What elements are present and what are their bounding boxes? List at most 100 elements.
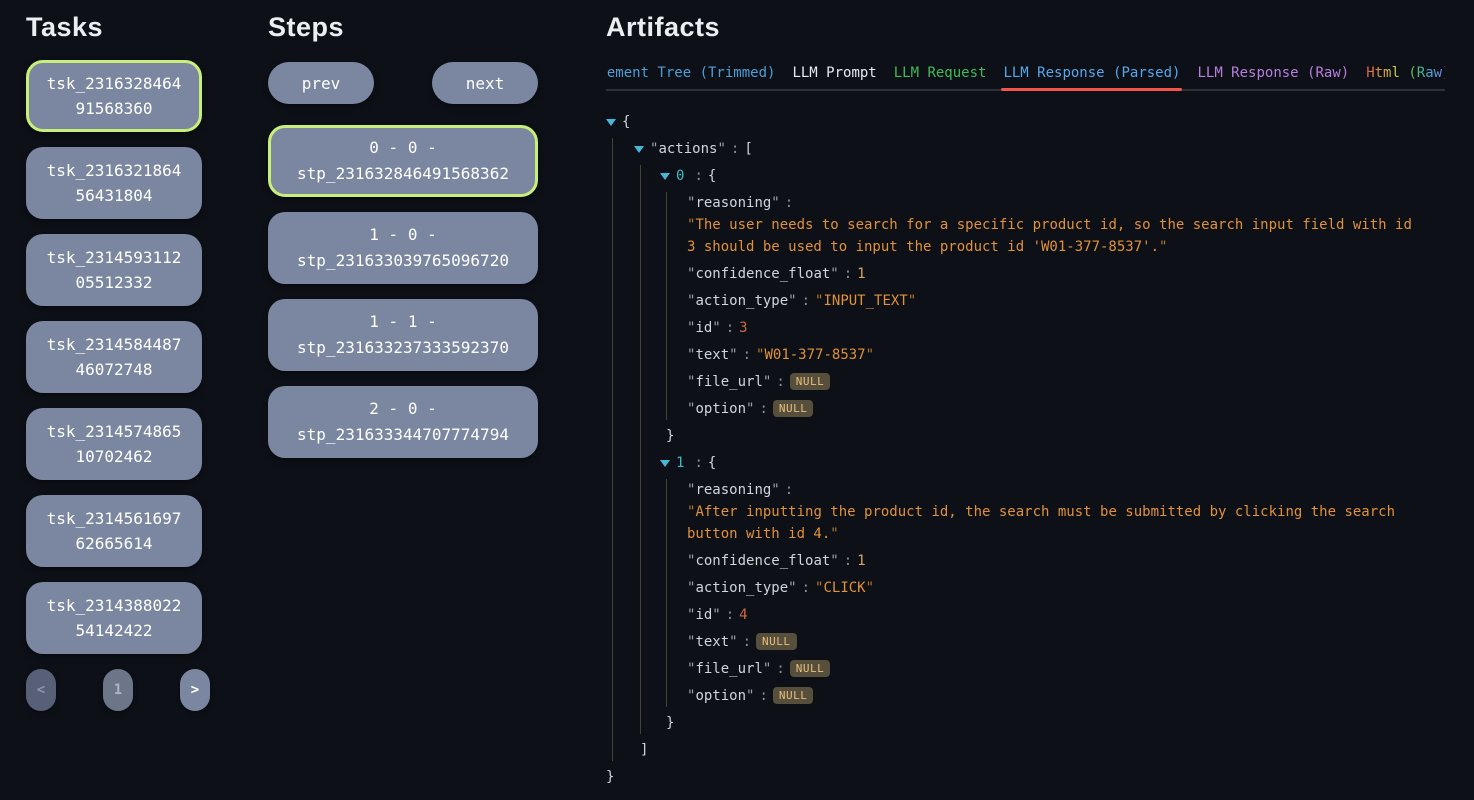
json-string-value: After inputting the product id, the sear… (687, 501, 1422, 545)
collapse-icon[interactable] (634, 146, 644, 153)
tab-bar: Element Tree (Trimmed) LLM Prompt LLM Re… (606, 65, 1445, 91)
step-button[interactable]: 1 - 1 - stp_231633237333592370 (268, 299, 538, 371)
json-root-close: } (606, 766, 1445, 788)
step-button[interactable]: 0 - 0 - stp_231632846491568362 (268, 125, 538, 197)
json-field-option: option:NULL (667, 398, 1445, 420)
json-string-value: The user needs to search for a specific … (687, 214, 1422, 258)
json-field-reasoning: reasoning: The user needs to search for … (667, 192, 1445, 258)
step-button[interactable]: 2 - 0 - stp_231633344707774794 (268, 386, 538, 458)
prev-step-button[interactable]: prev (268, 62, 374, 104)
open-bracket: [ (744, 141, 752, 157)
collapse-icon[interactable] (660, 460, 670, 467)
json-tree: { actions:[ 0:{ reasoning: The user need… (606, 111, 1445, 788)
json-key: file_url (687, 661, 771, 677)
json-key: reasoning (687, 195, 780, 211)
json-actions-open: actions:[ (613, 138, 1445, 160)
json-number-value: 3 (739, 320, 747, 336)
tasks-title: Tasks (26, 12, 242, 43)
json-key: id (687, 607, 721, 623)
artifacts-title: Artifacts (606, 12, 1445, 43)
close-brace: } (666, 715, 674, 731)
tab-element-tree[interactable]: Element Tree (Trimmed) (606, 65, 775, 81)
json-field-id: id:4 (667, 604, 1445, 626)
json-action-0-close: } (641, 425, 1445, 447)
close-brace: } (666, 428, 674, 444)
root-scope: actions:[ 0:{ reasoning: The user needs … (612, 138, 1445, 761)
action-1-scope: reasoning: After inputting the product i… (666, 479, 1445, 707)
prev-page-button[interactable]: < (26, 669, 56, 711)
tab-bar-clip: Element Tree (Trimmed) LLM Prompt LLM Re… (606, 65, 1445, 91)
json-field-action-type: action_type:CLICK (667, 577, 1445, 599)
tab-html-raw[interactable]: Html (Raw) (1366, 65, 1445, 81)
json-key: option (687, 401, 754, 417)
json-key: reasoning (687, 482, 780, 498)
json-string-value: W01-377-8537 (756, 347, 874, 363)
actions-scope: 0:{ reasoning: The user needs to search … (640, 165, 1445, 734)
json-string-value: INPUT_TEXT (815, 293, 916, 309)
json-field-file-url: file_url:NULL (667, 371, 1445, 393)
json-action-1-close: } (641, 712, 1445, 734)
json-actions-close: ] (613, 739, 1445, 761)
task-button[interactable]: tsk_231457486510702462 (26, 408, 202, 480)
next-page-button[interactable]: > (180, 669, 210, 711)
tasks-panel: Tasks tsk_231632846491568360 tsk_2316321… (0, 0, 242, 800)
null-badge: NULL (790, 660, 831, 677)
json-field-reasoning: reasoning: After inputting the product i… (667, 479, 1445, 545)
close-bracket: ] (640, 742, 648, 758)
steps-title: Steps (268, 12, 578, 43)
json-key: option (687, 688, 754, 704)
action-0-scope: reasoning: The user needs to search for … (666, 192, 1445, 420)
json-field-confidence: confidence_float:1 (667, 550, 1445, 572)
json-number-value: 1 (857, 266, 865, 282)
artifacts-panel: Artifacts Element Tree (Trimmed) LLM Pro… (578, 0, 1474, 800)
json-field-id: id:3 (667, 317, 1445, 339)
json-key: id (687, 320, 721, 336)
task-button[interactable]: tsk_231458448746072748 (26, 321, 202, 393)
null-badge: NULL (790, 373, 831, 390)
null-badge: NULL (773, 687, 814, 704)
json-index: 1 (676, 455, 684, 471)
json-key: action_type (687, 293, 797, 309)
close-brace: } (606, 769, 614, 785)
step-button[interactable]: 1 - 0 - stp_231633039765096720 (268, 212, 538, 284)
json-field-file-url: file_url:NULL (667, 658, 1445, 680)
null-badge: NULL (773, 400, 814, 417)
page-number-button[interactable]: 1 (103, 669, 133, 711)
json-key: text (687, 634, 738, 650)
collapse-icon[interactable] (606, 119, 616, 126)
json-number-value: 1 (857, 553, 865, 569)
json-key: file_url (687, 374, 771, 390)
task-button[interactable]: tsk_231459311205512332 (26, 234, 202, 306)
json-field-text: text:W01-377-8537 (667, 344, 1445, 366)
json-root-open: { (606, 111, 1445, 133)
json-field-confidence: confidence_float:1 (667, 263, 1445, 285)
json-field-text: text:NULL (667, 631, 1445, 653)
tab-llm-request[interactable]: LLM Request (894, 65, 987, 81)
task-button[interactable]: tsk_231632846491568360 (26, 60, 202, 132)
json-field-action-type: action_type:INPUT_TEXT (667, 290, 1445, 312)
steps-panel: Steps prev next 0 - 0 - stp_231632846491… (242, 0, 578, 800)
page: { "tasks": { "title": "Tasks", "items": … (0, 0, 1474, 800)
json-field-option: option:NULL (667, 685, 1445, 707)
task-button[interactable]: tsk_231456169762665614 (26, 495, 202, 567)
collapse-icon[interactable] (660, 173, 670, 180)
step-nav: prev next (268, 62, 538, 104)
task-button[interactable]: tsk_231438802254142422 (26, 582, 202, 654)
json-key: action_type (687, 580, 797, 596)
json-number-value: 4 (739, 607, 747, 623)
json-key: text (687, 347, 738, 363)
open-brace: { (622, 114, 630, 130)
task-button[interactable]: tsk_231632186456431804 (26, 147, 202, 219)
json-key: actions (650, 141, 726, 157)
open-brace: { (708, 168, 716, 184)
json-key: confidence_float (687, 553, 839, 569)
open-brace: { (708, 455, 716, 471)
json-index: 0 (676, 168, 684, 184)
next-step-button[interactable]: next (432, 62, 538, 104)
json-action-1-open: 1:{ (641, 452, 1445, 474)
json-action-0-open: 0:{ (641, 165, 1445, 187)
tasks-pagination: < 1 > (26, 669, 210, 711)
tab-llm-prompt[interactable]: LLM Prompt (792, 65, 876, 81)
tab-llm-response-raw[interactable]: LLM Response (Raw) (1197, 65, 1349, 81)
tab-llm-response-parsed[interactable]: LLM Response (Parsed) (1003, 65, 1180, 81)
